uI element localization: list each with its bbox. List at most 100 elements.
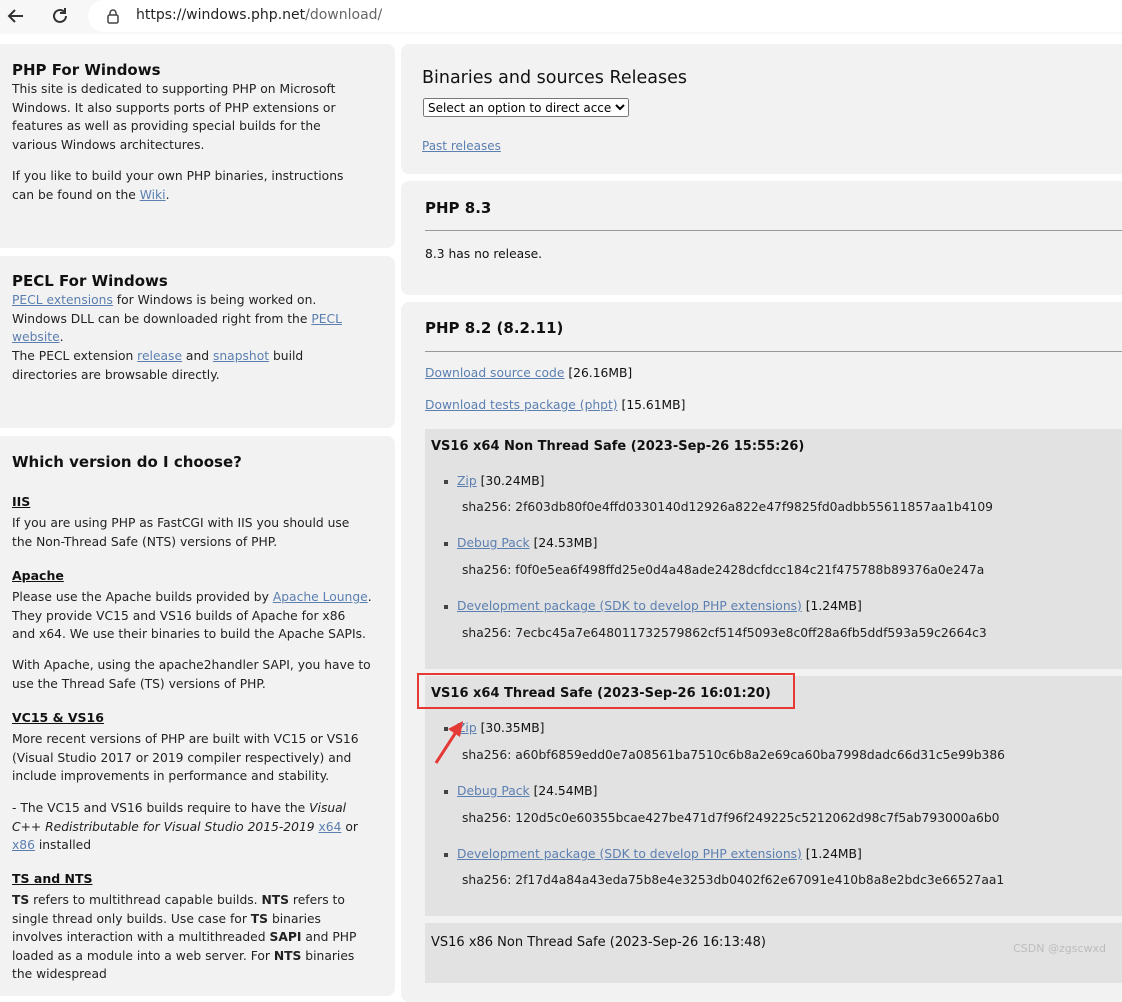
- release-link[interactable]: release: [137, 349, 182, 363]
- zip-link[interactable]: Zip: [457, 474, 477, 488]
- debug-pack-link[interactable]: Debug Pack: [457, 536, 530, 550]
- past-releases-link[interactable]: Past releases: [422, 139, 501, 153]
- file-size: [24.54MB]: [533, 784, 598, 798]
- file-size: [1.24MB]: [805, 847, 862, 861]
- vc-redist-post: installed: [34, 838, 92, 852]
- lock-icon: [106, 8, 120, 28]
- php-for-windows-panel: PHP For Windows This site is dedicated t…: [0, 44, 395, 248]
- list-item: Zip [30.24MB]: [444, 474, 545, 488]
- php-for-windows-desc: This site is dedicated to supporting PHP…: [12, 82, 336, 152]
- sha256-value: sha256: 7ecbc45a7e648011732579862cf514f5…: [462, 626, 987, 640]
- x86-link[interactable]: x86: [12, 838, 35, 852]
- apache-ts-text: With Apache, using the apache2handler SA…: [12, 658, 371, 691]
- debug-pack-link[interactable]: Debug Pack: [457, 784, 530, 798]
- sha256-value: sha256: 2f603db80f0e4ffd0330140d12926a82…: [462, 500, 993, 514]
- pecl-dirs: The PECL extension release and snapshot …: [12, 347, 367, 384]
- pecl-extensions-link[interactable]: PECL extensions: [12, 293, 113, 307]
- build-title: VS16 x86 Non Thread Safe (2023-Sep-26 16…: [431, 935, 766, 950]
- which-version-panel: Which version do I choose? IIS If you ar…: [0, 436, 395, 996]
- url-path: /download/: [305, 7, 383, 23]
- php82-divider: [425, 351, 1122, 352]
- page: PHP For Windows This site is dedicated t…: [0, 36, 1122, 1002]
- vc-redist-or: or: [341, 819, 358, 834]
- pecl-title: PECL For Windows: [12, 272, 168, 290]
- address-bar[interactable]: https://windows.php.net/download/: [88, 0, 1122, 32]
- sha256-value: sha256: 2f17d4a84a43eda75b8e4e3253db0402…: [462, 873, 1005, 887]
- php82-title: PHP 8.2 (8.2.11): [425, 319, 564, 337]
- file-size: [24.53MB]: [533, 536, 598, 550]
- source-download-row: Download source code [26.16MB]: [425, 366, 632, 380]
- apache-text-pre: Please use the Apache builds provided by: [12, 590, 273, 604]
- browser-toolbar: https://windows.php.net/download/: [0, 0, 1122, 34]
- build-note-text: If you like to build your own PHP binari…: [12, 169, 344, 202]
- pecl-panel: PECL For Windows PECL extensions for Win…: [0, 256, 395, 428]
- x64-link[interactable]: x64: [319, 820, 342, 834]
- php83-divider: [425, 230, 1122, 231]
- build-block-nts-x64: VS16 x64 Non Thread Safe (2023-Sep-26 15…: [425, 429, 1122, 669]
- ts-bold-5: NTS: [273, 948, 302, 963]
- ts-bold-4: SAPI: [269, 930, 302, 944]
- list-item: Development package (SDK to develop PHP …: [444, 847, 862, 861]
- url-text: https://windows.php.net/download/: [136, 7, 382, 23]
- php-for-windows-title: PHP For Windows: [12, 61, 161, 79]
- bullet: [444, 790, 448, 794]
- php-for-windows-build-note: If you like to build your own PHP binari…: [12, 167, 362, 204]
- list-item: Debug Pack [24.54MB]: [444, 784, 598, 798]
- php83-title: PHP 8.3: [425, 199, 492, 217]
- apache-heading: Apache: [12, 568, 64, 583]
- pecl-desc: PECL extensions for Windows is being wor…: [12, 291, 367, 347]
- ts-bold-3: TS: [250, 911, 269, 926]
- pecl-dirs-text: The PECL extension: [12, 349, 138, 363]
- releases-title: Binaries and sources Releases: [422, 68, 687, 88]
- file-size: [30.24MB]: [480, 474, 545, 488]
- bullet: [444, 605, 448, 609]
- list-item: Development package (SDK to develop PHP …: [444, 599, 862, 613]
- vc-heading: VC15 & VS16: [12, 710, 104, 725]
- back-button[interactable]: [2, 4, 30, 28]
- apache-lounge-link[interactable]: Apache Lounge: [273, 590, 368, 604]
- pointer-arrow-icon: [434, 721, 463, 764]
- iis-heading: IIS: [12, 494, 31, 509]
- build-title: VS16 x64 Non Thread Safe (2023-Sep-26 15…: [431, 439, 805, 454]
- highlight-box: [417, 673, 795, 709]
- ts-text-1: refers to multithread capable builds.: [29, 893, 262, 907]
- php83-panel: PHP 8.3 8.3 has no release.: [401, 181, 1122, 295]
- dev-package-link[interactable]: Development package (SDK to develop PHP …: [457, 847, 802, 861]
- pecl-desc-end: .: [59, 330, 64, 344]
- download-tests-link[interactable]: Download tests package (phpt): [425, 398, 618, 412]
- arrow-left-icon: [7, 9, 23, 23]
- vc-text: More recent versions of PHP are built wi…: [12, 732, 359, 783]
- releases-panel: Binaries and sources Releases Select an …: [401, 44, 1122, 174]
- vc-redist-pre: - The VC15 and VS16 builds require to ha…: [12, 801, 310, 815]
- sha256-value: sha256: f0f0e5ea6f498ffd25e0d4a48ade2428…: [462, 563, 985, 577]
- source-size: [26.16MB]: [568, 366, 633, 380]
- php83-text: 8.3 has no release.: [425, 247, 543, 261]
- file-size: [1.24MB]: [805, 599, 862, 613]
- ts-bold-1: TS: [12, 893, 30, 907]
- vc-redist-text: - The VC15 and VS16 builds require to ha…: [12, 799, 372, 855]
- which-version-title: Which version do I choose?: [12, 453, 242, 471]
- bullet: [444, 853, 448, 857]
- build-block-ts-x64: VS16 x64 Thread Safe (2023-Sep-26 16:01:…: [425, 676, 1122, 916]
- ts-nts-text: TS refers to multithread capable builds.…: [12, 891, 374, 984]
- ts-bold-2: NTS: [261, 893, 290, 907]
- build-note-end: .: [165, 187, 170, 202]
- release-select[interactable]: Select an option to direct access...: [423, 98, 629, 117]
- reload-icon: [53, 8, 67, 23]
- sha256-value: sha256: 120d5c0e60355bcae427be471d7f96f2…: [462, 811, 1000, 825]
- tests-size: [15.61MB]: [621, 398, 686, 412]
- pecl-dirs-and: and: [182, 349, 213, 363]
- ts-nts-heading: TS and NTS: [12, 871, 93, 886]
- wiki-link[interactable]: Wiki: [140, 188, 166, 202]
- download-source-link[interactable]: Download source code: [425, 366, 564, 380]
- reload-button[interactable]: [46, 4, 74, 28]
- dev-package-link[interactable]: Development package (SDK to develop PHP …: [457, 599, 802, 613]
- watermark: CSDN @zgscwxd: [1013, 942, 1106, 955]
- snapshot-link[interactable]: snapshot: [213, 349, 269, 363]
- url-host: https://windows.php.net: [136, 7, 306, 23]
- tests-download-row: Download tests package (phpt) [15.61MB]: [425, 398, 685, 412]
- list-item: Debug Pack [24.53MB]: [444, 536, 598, 550]
- apache-text: Please use the Apache builds provided by…: [12, 588, 372, 644]
- iis-text: If you are using PHP as FastCGI with IIS…: [12, 516, 350, 549]
- sha256-value: sha256: a60bf6859edd0e7a08561ba7510c6b8a…: [462, 748, 1005, 762]
